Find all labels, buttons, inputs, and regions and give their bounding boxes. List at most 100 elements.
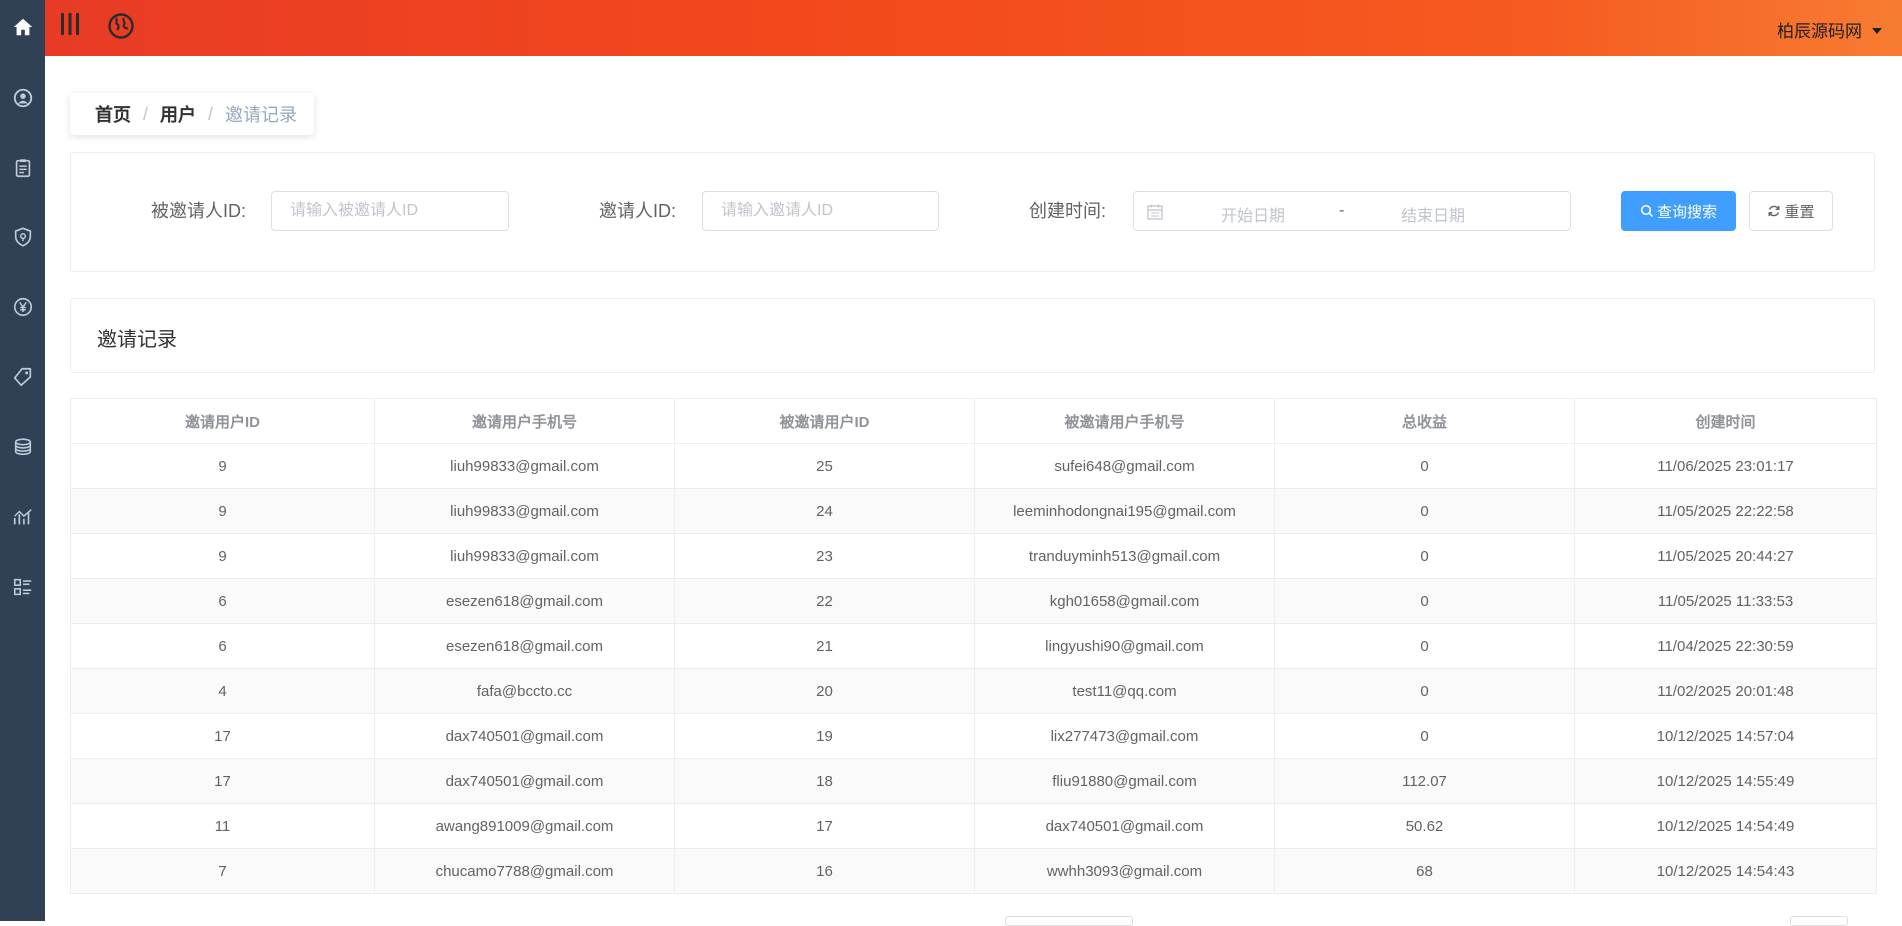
table-cell: 112.07	[1274, 758, 1575, 804]
table-cell: 16	[674, 848, 975, 894]
table-cell: 10/12/2025 14:54:43	[1574, 848, 1877, 894]
table-cell: 50.62	[1274, 803, 1575, 849]
shield-icon[interactable]	[11, 225, 34, 248]
list-icon[interactable]	[11, 575, 34, 598]
table-cell: 0	[1274, 578, 1575, 624]
table-cell: 17	[70, 758, 375, 804]
breadcrumb-current: 邀请记录	[225, 105, 298, 125]
table-cell: 10/12/2025 14:55:49	[1574, 758, 1877, 804]
pagination-jump-input[interactable]	[1790, 916, 1848, 926]
clipboard-icon[interactable]	[11, 156, 34, 179]
end-date-input[interactable]: 结束日期	[1401, 202, 1465, 226]
menu-icon[interactable]	[59, 12, 81, 36]
invitee-id-input[interactable]	[271, 191, 509, 231]
user-menu[interactable]: 柏辰源码网	[1777, 18, 1882, 41]
table-cell: 10/12/2025 14:54:49	[1574, 803, 1877, 849]
table-cell: 9	[70, 533, 375, 579]
reset-button-label: 重置	[1784, 203, 1815, 221]
user-circle-icon[interactable]	[11, 86, 34, 109]
table-header-row: 邀请用户ID 邀请用户手机号 被邀请用户ID 被邀请用户手机号 总收益 创建时间	[70, 398, 1877, 444]
table-cell: 11/05/2025 20:44:27	[1574, 533, 1877, 579]
table-cell: liuh99833@gmail.com	[374, 443, 675, 489]
breadcrumb-user[interactable]: 用户	[160, 101, 196, 127]
search-button-label: 查询搜索	[1656, 203, 1717, 221]
table-row: 9 liuh99833@gmail.com 23 tranduyminh513@…	[70, 533, 1877, 579]
table-cell: dax740501@gmail.com	[974, 803, 1275, 849]
calendar-icon	[1147, 204, 1163, 220]
table-cell: kgh01658@gmail.com	[974, 578, 1275, 624]
inviter-id-label: 邀请人ID:	[599, 201, 677, 221]
table-cell: 11/02/2025 20:01:48	[1574, 668, 1877, 714]
date-range-picker[interactable]: 开始日期 - 结束日期	[1133, 191, 1571, 231]
table-cell: 25	[674, 443, 975, 489]
table-cell: dax740501@gmail.com	[374, 713, 675, 759]
table-cell: tranduyminh513@gmail.com	[974, 533, 1275, 579]
user-name: 柏辰源码网	[1777, 21, 1862, 41]
table-cell: 10/12/2025 14:57:04	[1574, 713, 1877, 759]
table-row: 9 liuh99833@gmail.com 24 leeminhodongnai…	[70, 488, 1877, 534]
table-cell: 19	[674, 713, 975, 759]
table-cell: sufei648@gmail.com	[974, 443, 1275, 489]
search-button[interactable]: 查询搜索	[1621, 191, 1736, 231]
table-cell: 0	[1274, 488, 1575, 534]
table-cell: 7	[70, 848, 375, 894]
table-cell: 0	[1274, 533, 1575, 579]
yen-icon[interactable]	[11, 295, 34, 318]
column-header: 被邀请用户手机号	[974, 398, 1275, 444]
table-row: 9 liuh99833@gmail.com 25 sufei648@gmail.…	[70, 443, 1877, 489]
caret-down-icon	[1872, 27, 1882, 34]
table-cell: awang891009@gmail.com	[374, 803, 675, 849]
table-row: 17 dax740501@gmail.com 18 fliu91880@gmai…	[70, 758, 1877, 804]
table-cell: esezen618@gmail.com	[374, 578, 675, 624]
breadcrumb: 首页 / 用户 / 邀请记录	[70, 93, 314, 135]
card-header: 邀请记录	[70, 298, 1875, 373]
table-cell: lingyushi90@gmail.com	[974, 623, 1275, 669]
search-panel: 被邀请人ID: 邀请人ID: 创建时间: 开始日期 - 结束日期 查询搜索 重置	[70, 152, 1875, 272]
table-row: 6 esezen618@gmail.com 21 lingyushi90@gma…	[70, 623, 1877, 669]
invitee-id-label: 被邀请人ID:	[151, 201, 247, 221]
globe-icon[interactable]	[107, 12, 135, 40]
table-cell: test11@qq.com	[974, 668, 1275, 714]
table-cell: dax740501@gmail.com	[374, 758, 675, 804]
table-cell: esezen618@gmail.com	[374, 623, 675, 669]
table-cell: 17	[70, 713, 375, 759]
table-cell: liuh99833@gmail.com	[374, 533, 675, 579]
tag-icon[interactable]	[11, 365, 34, 388]
column-header: 创建时间	[1574, 398, 1877, 444]
table-cell: fliu91880@gmail.com	[974, 758, 1275, 804]
table-cell: leeminhodongnai195@gmail.com	[974, 488, 1275, 534]
table-cell: 0	[1274, 443, 1575, 489]
table-cell: 21	[674, 623, 975, 669]
card-title: 邀请记录	[97, 329, 177, 351]
chart-icon[interactable]	[11, 505, 34, 528]
pagination-size-select[interactable]	[1005, 916, 1133, 926]
start-date-input[interactable]: 开始日期	[1221, 202, 1285, 226]
column-header: 被邀请用户ID	[674, 398, 975, 444]
table-cell: 11/05/2025 11:33:53	[1574, 578, 1877, 624]
breadcrumb-home[interactable]: 首页	[95, 101, 131, 127]
created-time-label: 创建时间:	[1029, 201, 1107, 221]
table-cell: 18	[674, 758, 975, 804]
invite-records-table: 邀请用户ID 邀请用户手机号 被邀请用户ID 被邀请用户手机号 总收益 创建时间…	[70, 398, 1877, 894]
table-cell: 0	[1274, 713, 1575, 759]
reset-button[interactable]: 重置	[1749, 191, 1833, 231]
column-header: 邀请用户ID	[70, 398, 375, 444]
table-cell: 0	[1274, 668, 1575, 714]
table-cell: 22	[674, 578, 975, 624]
table-cell: chucamo7788@gmail.com	[374, 848, 675, 894]
sidebar	[0, 0, 45, 921]
table-cell: 11/04/2025 22:30:59	[1574, 623, 1877, 669]
table-cell: 9	[70, 488, 375, 534]
home-icon[interactable]	[11, 15, 34, 38]
table-cell: 0	[1274, 623, 1575, 669]
coins-icon[interactable]	[11, 435, 34, 458]
range-separator: -	[1339, 202, 1345, 219]
column-header: 总收益	[1274, 398, 1575, 444]
table-row: 7 chucamo7788@gmail.com 16 wwhh3093@gmai…	[70, 848, 1877, 894]
breadcrumb-separator: /	[208, 103, 214, 124]
inviter-id-input[interactable]	[702, 191, 939, 231]
table-row: 17 dax740501@gmail.com 19 lix277473@gmai…	[70, 713, 1877, 759]
table-cell: lix277473@gmail.com	[974, 713, 1275, 759]
table-cell: 20	[674, 668, 975, 714]
table-cell: 24	[674, 488, 975, 534]
